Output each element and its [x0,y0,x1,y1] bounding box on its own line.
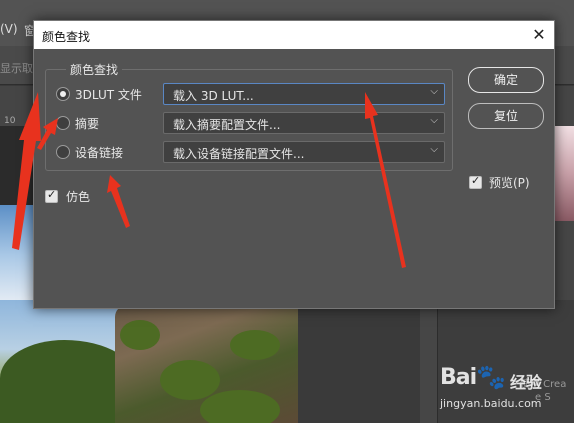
select-abstract[interactable]: 载入摘要配置文件... ⌵ [163,112,445,134]
dither-checkbox[interactable]: ✓ [45,188,58,203]
option-row-3dlut: 3DLUT 文件 载入 3D LUT... ⌵ [46,83,452,105]
reset-button[interactable]: 复位 [468,103,544,129]
document-photo [0,300,298,423]
baidu-jingyan-watermark: Bai 🐾 经验 jingyan.baidu.com [440,363,574,423]
option-row-device-link: 设备链接 载入设备链接配置文件... ⌵ [46,141,452,163]
radio-abstract[interactable] [56,116,70,130]
photo-sky-strip [0,205,33,305]
ruler-number: 10 [4,116,16,126]
color-lookup-dialog: 颜色查找 ✕ 颜色查找 3DLUT 文件 载入 3D LUT... ⌵ 摘要 载… [33,20,555,309]
dialog-titlebar[interactable]: 颜色查找 ✕ [34,21,554,49]
watermark-brand: 经验 [510,373,543,392]
color-lookup-group: 颜色查找 3DLUT 文件 载入 3D LUT... ⌵ 摘要 载入摘要配置文件… [45,61,453,171]
options-bar-text: 显示取 [0,62,33,75]
chevron-down-icon: ⌵ [430,86,438,97]
chevron-down-icon: ⌵ [430,144,438,155]
menu-item-view[interactable]: (V) [0,22,18,36]
radio-3dlut-file[interactable] [56,87,70,101]
preview-label[interactable]: 预览(P) [489,174,530,191]
watermark-url: jingyan.baidu.com [440,397,542,410]
dialog-title: 颜色查找 [42,30,91,44]
select-value: 载入 3D LUT... [173,89,254,103]
checkmark-icon: ✓ [471,174,481,187]
checkmark-icon: ✓ [47,188,57,201]
radio-label-device-link[interactable]: 设备链接 [75,144,123,161]
radio-label-3dlut[interactable]: 3DLUT 文件 [75,86,142,103]
close-icon[interactable]: ✕ [524,21,554,49]
paw-icon: 🐾 [476,363,506,391]
option-row-abstract: 摘要 载入摘要配置文件... ⌵ [46,112,452,134]
select-value: 载入设备链接配置文件... [173,147,305,161]
group-legend: 颜色查找 [66,61,123,78]
radio-device-link[interactable] [56,145,70,159]
watermark-logo-text: Bai [440,365,477,390]
chevron-down-icon: ⌵ [430,115,438,126]
preview-checkbox[interactable]: ✓ [469,174,482,189]
select-device-link[interactable]: 载入设备链接配置文件... ⌵ [163,141,445,163]
dither-label[interactable]: 仿色 [66,188,90,205]
select-3dlut[interactable]: 载入 3D LUT... ⌵ [163,83,445,105]
radio-label-abstract[interactable]: 摘要 [75,115,99,132]
select-value: 载入摘要配置文件... [173,118,281,132]
ok-button[interactable]: 确定 [468,67,544,93]
